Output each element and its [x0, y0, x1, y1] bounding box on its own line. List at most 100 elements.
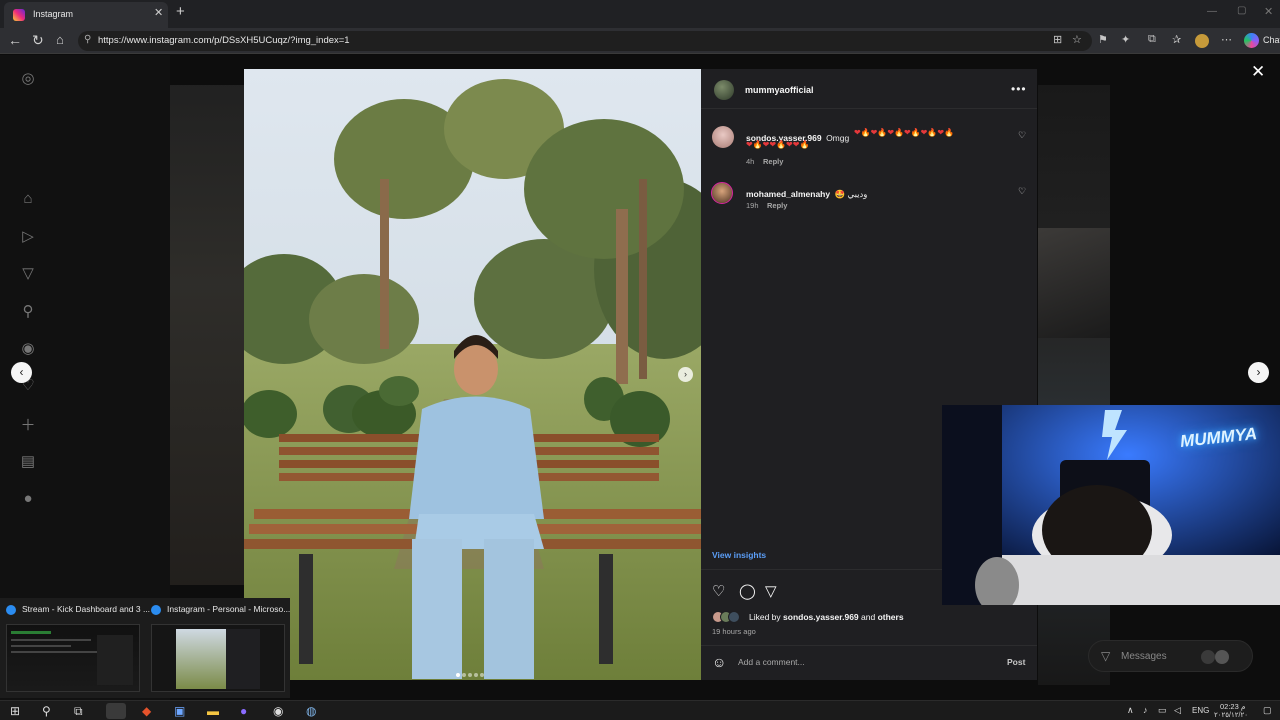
- close-modal-icon[interactable]: ✕: [1251, 62, 1265, 82]
- maximize-icon[interactable]: ▢: [1237, 5, 1246, 16]
- volume-icon[interactable]: ◁: [1174, 705, 1181, 716]
- minimize-icon[interactable]: —: [1207, 6, 1217, 17]
- copilot-icon[interactable]: [1244, 33, 1259, 48]
- network-icon[interactable]: ▭: [1158, 705, 1167, 716]
- address-bar[interactable]: ⚲ https://www.instagram.com/p/DSsXH5UCuq…: [78, 31, 1092, 51]
- insights-icon[interactable]: ▤: [19, 452, 37, 470]
- liked-by-and: and: [861, 612, 876, 622]
- brave-icon[interactable]: ◆: [142, 704, 151, 718]
- author-username[interactable]: mummyaofficial: [745, 85, 814, 95]
- notifications-icon[interactable]: ▢: [1263, 705, 1272, 716]
- extension-pin-icon[interactable]: ⚑: [1098, 33, 1108, 46]
- file-explorer-icon[interactable]: ▬: [207, 704, 219, 718]
- favorite-star-icon[interactable]: ☆: [1072, 33, 1082, 46]
- author-avatar[interactable]: [714, 80, 734, 100]
- emoji-icon[interactable]: ☺: [712, 654, 726, 670]
- home-icon[interactable]: ⌂: [19, 190, 37, 208]
- carousel-dots: [455, 664, 495, 677]
- reels-icon[interactable]: ▷: [19, 227, 37, 245]
- divider: [701, 645, 1037, 646]
- more-options-icon[interactable]: •••: [1011, 82, 1027, 96]
- view-insights-link[interactable]: View insights: [712, 550, 766, 560]
- profile-avatar[interactable]: [1195, 34, 1209, 48]
- window-preview-thumbnail[interactable]: [6, 624, 140, 692]
- favorites-icon[interactable]: ✰: [1172, 33, 1181, 46]
- search-icon[interactable]: ⚲: [19, 302, 37, 320]
- window-preview-thumbnail[interactable]: [151, 624, 285, 692]
- split-screen-icon[interactable]: ⧉: [1148, 33, 1156, 46]
- comment-text: 🤩 وديبي: [834, 189, 868, 199]
- task-view-icon[interactable]: ⧉: [74, 704, 83, 719]
- tab-instagram[interactable]: Instagram ✕: [4, 2, 168, 28]
- comment-time: 4h: [746, 157, 755, 166]
- messages-button[interactable]: ▽ Messages: [1088, 640, 1253, 672]
- extensions-icon[interactable]: ✦: [1121, 33, 1130, 46]
- app-icon[interactable]: ▣: [174, 704, 185, 718]
- copilot-label[interactable]: Chat: [1263, 35, 1280, 45]
- instagram-icon[interactable]: ◎: [19, 69, 37, 87]
- site-info-icon[interactable]: ⚲: [84, 34, 91, 45]
- preview-title[interactable]: Stream - Kick Dashboard and 3 ...: [22, 604, 150, 614]
- edge-icon: [6, 605, 16, 615]
- input-language[interactable]: ENG: [1192, 706, 1209, 715]
- comment-username[interactable]: mohamed_almenahy: [746, 189, 830, 199]
- like-heart-icon[interactable]: ♡: [712, 582, 725, 600]
- photo-next-icon[interactable]: ›: [678, 367, 693, 382]
- profile-icon[interactable]: ●: [19, 490, 37, 508]
- comment-like-icon[interactable]: ♡: [1018, 130, 1026, 141]
- steam-icon[interactable]: ◍: [306, 704, 316, 718]
- background-post-thumbnail: [1038, 228, 1110, 338]
- window-close-icon[interactable]: ✕: [1264, 5, 1273, 18]
- new-tab-icon[interactable]: +: [176, 3, 185, 20]
- add-comment-input[interactable]: [738, 656, 988, 668]
- send-icon[interactable]: ▽: [19, 264, 37, 282]
- home-icon[interactable]: ⌂: [56, 32, 64, 47]
- discord-icon[interactable]: ●: [240, 704, 247, 718]
- message-avatar: [1201, 650, 1215, 664]
- next-post-icon[interactable]: ›: [1248, 362, 1269, 383]
- background-post-thumbnail: [170, 85, 245, 585]
- comment-avatar[interactable]: [711, 182, 733, 204]
- back-icon[interactable]: ←: [8, 32, 22, 48]
- obs-icon[interactable]: ◉: [273, 704, 283, 718]
- taskbar-preview-popup: Stream - Kick Dashboard and 3 ... Instag…: [0, 598, 290, 698]
- park-bench-photo: [244, 69, 701, 680]
- post-timestamp: 19 hours ago: [712, 627, 756, 636]
- post-comment-button[interactable]: Post: [1007, 657, 1025, 667]
- message-avatar: [1215, 650, 1229, 664]
- comment-icon[interactable]: ◯: [739, 582, 756, 600]
- create-icon[interactable]: ＋: [19, 414, 37, 434]
- browser-tabbar: Instagram ✕ + — ▢ ✕: [0, 0, 1280, 28]
- post-photo[interactable]: [244, 69, 701, 680]
- edge-icon: [151, 605, 161, 615]
- app-available-icon[interactable]: ⊞: [1053, 33, 1062, 46]
- comment-reply-button[interactable]: Reply: [767, 201, 787, 210]
- tray-chevron-icon[interactable]: ∧: [1127, 705, 1134, 716]
- microphone-icon[interactable]: ♪: [1143, 705, 1148, 715]
- tab-close-icon[interactable]: ✕: [154, 6, 163, 19]
- previous-post-icon[interactable]: ‹: [11, 362, 32, 383]
- clock-time[interactable]: 02:23 م: [1220, 702, 1246, 711]
- explore-icon[interactable]: ◉: [19, 339, 37, 357]
- comment-avatar[interactable]: [712, 126, 734, 148]
- preview-title[interactable]: Instagram - Personal - Microso...: [167, 604, 290, 614]
- comment-reply-button[interactable]: Reply: [763, 157, 783, 166]
- comment-like-icon[interactable]: ♡: [1018, 186, 1026, 197]
- edge-taskbar-icon[interactable]: [106, 703, 126, 719]
- reload-icon[interactable]: ↻: [32, 32, 44, 49]
- search-icon[interactable]: ⚲: [42, 704, 51, 718]
- liker-avatars[interactable]: [712, 611, 746, 623]
- url-text[interactable]: https://www.instagram.com/p/DSsXH5UCuqz/…: [98, 35, 350, 46]
- settings-more-icon[interactable]: ⋯: [1221, 33, 1232, 46]
- divider: [701, 108, 1037, 109]
- messages-label: Messages: [1121, 651, 1167, 662]
- windows-start-icon[interactable]: ⊞: [10, 704, 20, 718]
- messenger-icon: ▽: [1101, 649, 1111, 663]
- liked-by-prefix: Liked by: [749, 612, 781, 622]
- share-send-icon[interactable]: ▽: [765, 582, 777, 600]
- clock-date[interactable]: ٢٠٢٥/١٢/٢٠: [1214, 711, 1248, 719]
- windows-taskbar: ⊞ ⚲ ⧉ ◆ ▣ ▬ ● ◉ ◍ ∧ ♪ ▭ ◁ ENG 02:23 م ٢٠…: [0, 700, 1280, 720]
- liked-by-text[interactable]: Liked by sondos.yasser.969 and others: [749, 612, 904, 622]
- liked-by-others[interactable]: others: [878, 612, 904, 622]
- liked-by-user[interactable]: sondos.yasser.969: [783, 612, 859, 622]
